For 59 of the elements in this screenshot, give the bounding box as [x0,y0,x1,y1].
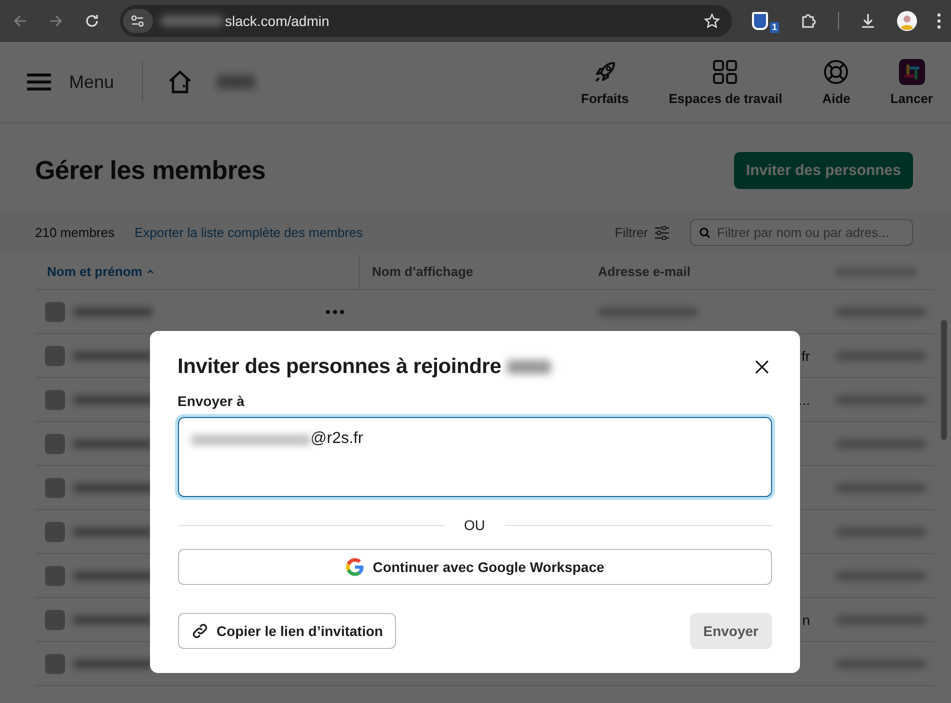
sliders-icon [654,226,670,240]
invite-button[interactable]: Inviter des personnes [734,152,913,189]
link-icon [190,622,208,640]
photo-placeholder [45,610,65,630]
shield-icon[interactable] [752,12,768,30]
field-value: @r2s.fr [310,430,364,448]
recipient-field[interactable]: @r2s.fr [178,417,772,497]
photo-placeholder [45,346,65,366]
close-icon[interactable] [754,359,770,375]
photo-placeholder [45,302,65,322]
address-bar[interactable]: slack.com/admin [120,5,732,37]
photo-placeholder [45,566,65,586]
photo-placeholder [45,390,65,410]
back-icon[interactable] [12,13,28,29]
page-title: Gérer les membres [35,155,266,186]
avatar-icon[interactable] [897,11,917,31]
home-icon[interactable] [167,69,194,95]
badge: 1 [768,21,780,34]
photo-placeholder [45,654,65,674]
table-cell: n [802,612,810,628]
app-logo-icon [898,58,925,84]
nav-item[interactable]: Forfaits [581,58,629,106]
copy-link-button[interactable]: Copier le lien d’invitation [178,613,396,649]
grid-icon [712,58,738,84]
field-label: Envoyer à [178,393,246,409]
nav-item[interactable]: Lancer [890,58,933,106]
url-text: slack.com/admin [225,13,330,29]
export-link[interactable]: Exporter la liste complète des membres [134,225,363,240]
star-icon[interactable] [704,13,720,29]
filter-button[interactable]: Filtrer [614,225,670,240]
blurred-text [217,75,256,89]
lifebuoy-icon [823,58,850,84]
photo-placeholder [45,478,65,498]
download-icon[interactable] [859,12,877,30]
table-cell: fr [801,348,810,364]
site-settings-icon[interactable] [123,9,153,33]
column-header[interactable]: Nom d’affichage [360,254,586,290]
puzzle-icon[interactable] [800,12,818,30]
nav-item[interactable]: Espaces de travail [668,58,782,106]
photo-placeholder [45,434,65,454]
dialog-title: Inviter des personnes à rejoindre [178,355,502,379]
photo-placeholder [45,522,65,542]
column-header[interactable]: Adresse e-mail [586,254,824,290]
google-logo-icon [344,557,365,577]
menu-icon [27,73,51,91]
more-icon[interactable] [326,310,344,314]
more-icon[interactable] [937,13,941,29]
member-count: 210 membres [35,225,114,240]
nav-item[interactable]: Aide [822,58,850,106]
reload-icon[interactable] [84,13,100,29]
google-button[interactable]: Continuer avec Google Workspace [178,549,772,585]
menu-button[interactable]: Menu [27,72,134,92]
column-header[interactable]: Nom et prénom [35,254,360,290]
blurred-text [507,360,552,374]
divider-text: OU [464,517,485,533]
search-icon [699,226,711,238]
forward-icon[interactable] [48,13,64,29]
caret-icon [147,269,154,274]
blurred-text [161,16,223,26]
